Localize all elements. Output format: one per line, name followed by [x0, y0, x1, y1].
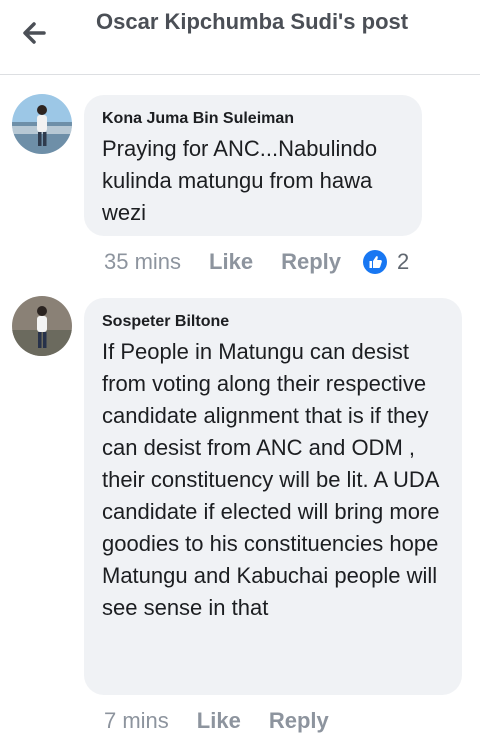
reaction-summary[interactable]: 2	[363, 249, 409, 275]
comment-actions: 7 mins Like Reply	[104, 706, 357, 736]
reply-button[interactable]: Reply	[281, 249, 341, 275]
comment-text: If People in Matungu can desist from vot…	[102, 339, 440, 620]
comment-author[interactable]: Kona Juma Bin Suleiman	[102, 109, 404, 129]
reply-button[interactable]: Reply	[269, 708, 329, 734]
comment-bubble: Sospeter Biltone If People in Matungu ca…	[84, 298, 462, 695]
arrow-left-icon	[23, 22, 46, 44]
back-button[interactable]	[18, 18, 54, 48]
page-title: Oscar Kipchumba Sudi's post	[96, 9, 409, 34]
comment-timestamp: 7 mins	[104, 708, 169, 733]
reaction-count: 2	[397, 249, 410, 274]
comment-actions: 35 mins Like Reply 2	[104, 247, 409, 277]
avatar[interactable]	[12, 94, 72, 154]
like-button[interactable]: Like	[197, 708, 241, 734]
thumbs-up-icon	[363, 250, 387, 274]
comment-timestamp: 35 mins	[104, 249, 182, 274]
like-button[interactable]: Like	[209, 249, 253, 275]
avatar[interactable]	[12, 296, 72, 356]
comment-author[interactable]: Sospeter Biltone	[102, 312, 444, 332]
comment-text: Praying for ANC...Nabulindo kulinda matu…	[102, 136, 378, 225]
post-header: Oscar Kipchumba Sudi's post	[0, 0, 480, 75]
comment-bubble: Kona Juma Bin Suleiman Praying for ANC..…	[84, 95, 422, 236]
